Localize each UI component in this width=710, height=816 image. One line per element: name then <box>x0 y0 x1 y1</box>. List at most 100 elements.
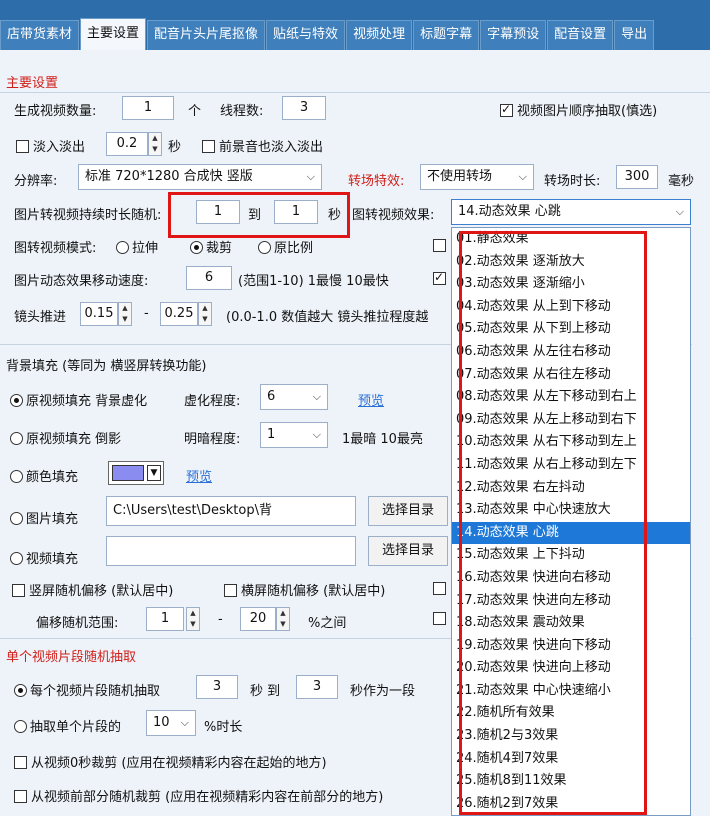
motion-speed-input[interactable]: 6 <box>186 266 232 290</box>
blur-degree-select[interactable]: 6 ⌵ <box>260 384 328 410</box>
checkbox-icon <box>16 140 29 153</box>
highlight-box <box>168 192 350 238</box>
push-from-stepper[interactable]: ▲ ▼ <box>118 302 132 326</box>
offset-from-stepper[interactable]: ▲ ▼ <box>186 607 200 631</box>
preview-link-2[interactable]: 预览 <box>186 466 212 485</box>
img-mode-stretch-radio[interactable]: 拉伸 <box>116 237 158 256</box>
offset-to-input[interactable]: 20 <box>240 607 276 631</box>
tab-video-processing[interactable]: 视频处理 <box>346 20 413 50</box>
offset-from-input[interactable]: 1 <box>146 607 184 631</box>
tab-subtitle-presets[interactable]: 字幕预设 <box>480 20 547 50</box>
front-part-checkbox[interactable]: 从视频前部分随机裁剪 (应用在视频精彩内容在前部分的地方) <box>14 786 383 805</box>
tab-dub-settings[interactable]: 配音设置 <box>547 20 614 50</box>
transition-select[interactable]: 不使用转场 ⌵ <box>420 164 534 190</box>
v-offset-label: 竖屏随机偏移 (默认居中) <box>29 584 174 599</box>
extra-checkbox-3[interactable] <box>433 582 450 597</box>
chevron-down-icon: ⌵ <box>306 170 315 183</box>
from-zero-checkbox[interactable]: 从视频0秒裁剪 (应用在视频精彩内容在起始的地方) <box>14 752 327 771</box>
color-picker[interactable]: ▼ <box>108 461 164 485</box>
resolution-select[interactable]: 标准 720*1280 合成快 竖版 ⌵ <box>78 164 322 190</box>
tab-store-material[interactable]: 店带货素材 <box>0 20 80 50</box>
transition-label: 转场特效: <box>348 174 405 189</box>
h-offset-checkbox[interactable]: 横屏随机偏移 (默认居中) <box>224 580 385 599</box>
single-clip-label: 抽取单个片段的 <box>30 720 122 735</box>
section-clip-title: 单个视频片段随机抽取 <box>6 650 137 665</box>
tab-dub-intro-outro[interactable]: 配音片头片尾抠像 <box>147 20 266 50</box>
v-offset-checkbox[interactable]: 竖屏随机偏移 (默认居中) <box>12 580 173 599</box>
fade-input[interactable]: 0.2 <box>106 132 148 156</box>
from-zero-label: 从视频0秒裁剪 (应用在视频精彩内容在起始的地方) <box>31 756 327 771</box>
extra-checkbox-4[interactable] <box>433 612 450 627</box>
push-dash: - <box>144 306 149 321</box>
extra-checkbox[interactable] <box>433 239 450 254</box>
image-fill-radio[interactable]: 图片填充 <box>10 508 78 527</box>
tab-export[interactable]: 导出 <box>614 20 655 50</box>
radio-icon <box>14 684 27 697</box>
checkbox-icon <box>433 582 446 595</box>
bg-audio-fade-label: 前景音也淡入淡出 <box>219 140 324 155</box>
fade-checkbox[interactable]: 淡入淡出 <box>16 136 85 155</box>
fade-label: 淡入淡出 <box>33 140 86 155</box>
fade-stepper[interactable]: ▲ ▼ <box>148 132 162 156</box>
seq-pick-checkbox[interactable]: 视频图片顺序抽取(慎选) <box>500 100 657 119</box>
offset-to-stepper[interactable]: ▲ ▼ <box>276 607 290 631</box>
threads-input[interactable]: 3 <box>282 96 326 120</box>
extra-checkbox-2[interactable] <box>433 270 450 287</box>
divider <box>0 92 710 93</box>
gen-count-unit: 个 <box>188 104 202 119</box>
tab-stickers-effects[interactable]: 贴纸与特效 <box>266 20 346 50</box>
gen-count-input[interactable]: 1 <box>122 96 174 120</box>
brightness-hint: 1最暗 10最亮 <box>342 432 423 447</box>
gen-count-label: 生成视频数量: <box>14 104 97 119</box>
orig-mirror-radio[interactable]: 原视频填充 倒影 <box>10 428 121 447</box>
resolution-label: 分辨率: <box>14 174 58 189</box>
preview-link-1[interactable]: 预览 <box>358 390 384 409</box>
offset-range-label: 偏移随机范围: <box>36 616 119 631</box>
video-fill-label: 视频填充 <box>26 552 79 567</box>
orig-blur-radio[interactable]: 原视频填充 背景虚化 <box>10 390 147 409</box>
radio-icon <box>10 470 23 483</box>
img-mode-crop-radio[interactable]: 裁剪 <box>190 237 232 256</box>
push-from-input[interactable]: 0.15 <box>80 302 118 326</box>
tab-main-settings[interactable]: 主要设置 <box>80 18 147 50</box>
per-clip-from-input[interactable]: 3 <box>196 675 238 699</box>
brightness-value: 1 <box>267 427 276 442</box>
img-mode-original-radio[interactable]: 原比例 <box>258 237 313 256</box>
check-icon <box>500 102 513 117</box>
img-effect-select[interactable]: 14.动态效果 心跳 ⌵ <box>451 199 691 225</box>
transition-duration-input[interactable]: 300 <box>616 165 658 189</box>
choose-dir-button-1[interactable]: 选择目录 <box>368 496 448 526</box>
color-fill-radio[interactable]: 颜色填充 <box>10 466 78 485</box>
radio-icon <box>10 512 23 525</box>
single-clip-unit: %时长 <box>204 720 243 735</box>
color-swatch <box>112 465 144 481</box>
tab-title-subtitle[interactable]: 标题字幕 <box>413 20 480 50</box>
choose-dir-button-2[interactable]: 选择目录 <box>368 536 448 566</box>
front-part-label: 从视频前部分随机裁剪 (应用在视频精彩内容在前部分的地方) <box>31 790 384 805</box>
orig-blur-label: 原视频填充 背景虚化 <box>26 394 148 409</box>
per-clip-to-input[interactable]: 3 <box>296 675 338 699</box>
single-clip-select[interactable]: 10 ⌵ <box>146 710 196 736</box>
single-clip-value: 10 <box>153 715 170 730</box>
motion-speed-label: 图片动态效果移动速度: <box>14 274 149 289</box>
seq-pick-label: 视频图片顺序抽取(慎选) <box>517 104 658 119</box>
checkbox-icon <box>433 612 446 625</box>
transition-duration-label: 转场时长: <box>544 174 601 189</box>
push-to-stepper[interactable]: ▲ ▼ <box>198 302 212 326</box>
bg-audio-fade-checkbox[interactable]: 前景音也淡入淡出 <box>202 136 323 155</box>
video-fill-radio[interactable]: 视频填充 <box>10 548 78 567</box>
scrollbar[interactable] <box>692 227 710 816</box>
radio-icon <box>14 720 27 733</box>
single-clip-radio[interactable]: 抽取单个片段的 <box>14 716 121 735</box>
chevron-down-icon: ⌵ <box>518 170 527 183</box>
checkbox-icon <box>202 140 215 153</box>
img-mode-stretch-label: 拉伸 <box>132 241 159 256</box>
chevron-down-icon: ⌵ <box>180 716 189 729</box>
push-to-input[interactable]: 0.25 <box>160 302 198 326</box>
image-path-input[interactable]: C:\Users\test\Desktop\背 <box>106 496 356 526</box>
per-clip-radio[interactable]: 每个视频片段随机抽取 <box>14 680 160 699</box>
resolution-value: 标准 720*1280 合成快 竖版 <box>85 169 253 184</box>
brightness-select[interactable]: 1 ⌵ <box>260 422 328 448</box>
video-path-input[interactable] <box>106 536 356 566</box>
offset-dash: - <box>218 612 223 627</box>
